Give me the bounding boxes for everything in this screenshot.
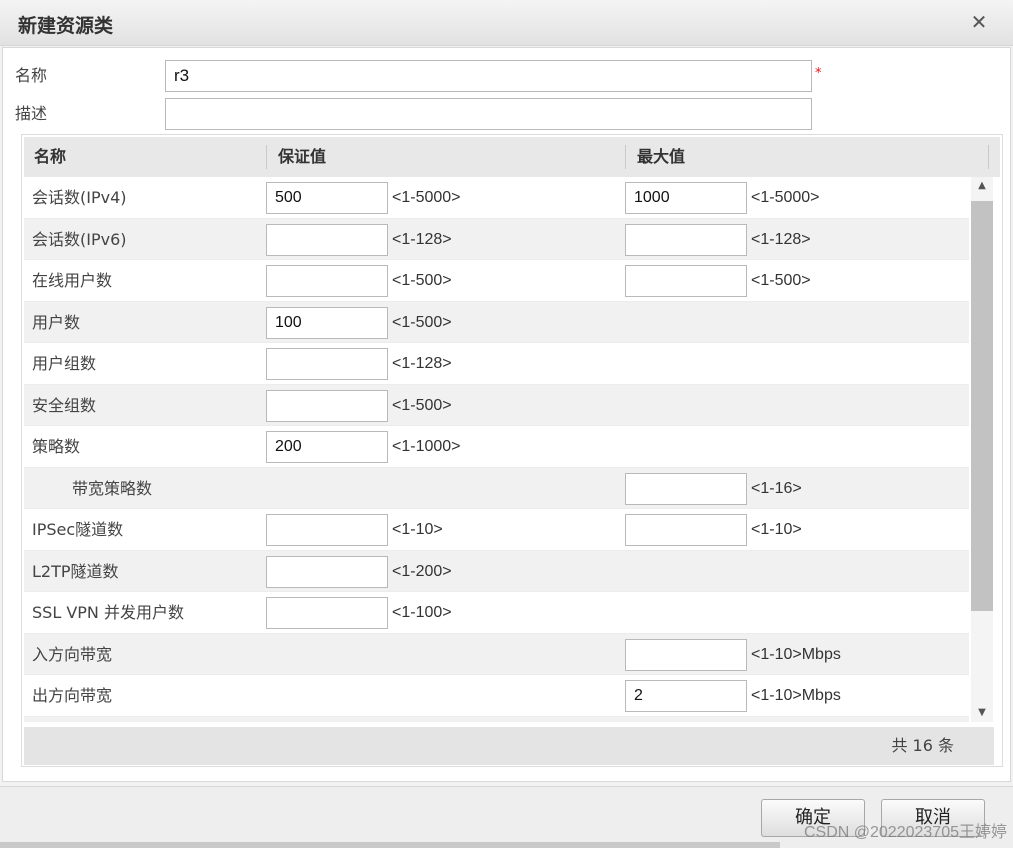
guaranteed-value-input[interactable] [266,182,388,214]
resource-table: 名称 保证值 最大值 会话数(IPv4)<1-5000><1-5000>会话数(… [21,134,1003,767]
guaranteed-range: <1-200> [392,562,452,580]
table-row: 会话数(IPv4) <1-5000> <1-5000> [24,177,969,219]
scroll-down-arrow-icon[interactable]: ▼ [971,704,993,722]
max-range: <1-10>Mbps [751,687,841,704]
total-count: 共 16 条 [891,736,954,755]
close-icon[interactable]: ✕ [967,10,991,34]
bottom-scroll-strip [0,842,780,848]
guaranteed-value-input[interactable] [266,514,388,546]
row-name: 会话数(IPv6) [32,229,127,249]
description-input[interactable] [165,98,812,130]
guaranteed-value-input[interactable] [266,555,388,588]
guaranteed-value-input[interactable] [266,306,388,339]
guaranteed-range: <1-128> [392,230,452,248]
watermark: CSDN @2022023705王婷婷 [803,824,1007,841]
row-name: L2TP隧道数 [32,561,119,581]
table-header: 名称 保证值 最大值 [24,137,1000,177]
guaranteed-range: <1-500> [392,313,452,331]
row-name: 用户数 [32,312,81,332]
row-name: 安全组数 [32,395,97,415]
name-label: 名称 [15,66,48,85]
guaranteed-range: <1-128> [392,355,452,372]
description-label: 描述 [15,104,48,123]
max-range: <1-5000> [751,189,820,206]
max-range: <1-16> [751,479,802,497]
table-row: 用户组数 <1-128> [24,343,969,385]
guaranteed-value-input[interactable] [266,223,388,256]
max-value-input[interactable] [625,223,747,256]
row-name: 带宽策略数 [72,478,153,498]
table-row: L2TP隧道数 <1-200> [24,550,969,592]
table-row: 用户数 <1-500> [24,301,969,343]
new-resource-class-dialog: 新建资源类 ✕ 名称 * 描述 名称 保证值 最大值 会话数(IPv4) <1-5… [0,0,1013,848]
max-value-input[interactable] [625,514,747,546]
max-range: <1-128> [751,230,811,248]
row-name: 用户组数 [32,354,97,373]
table-row [24,716,969,722]
guaranteed-range: <1-500> [392,272,452,289]
guaranteed-value-input[interactable] [266,431,388,463]
row-name: 入方向带宽 [32,644,113,664]
table-row: 入方向带宽 <1-10>Mbps [24,633,969,675]
max-range: <1-10>Mbps [751,645,841,663]
header-max: 最大值 [637,147,686,166]
guaranteed-range: <1-100> [392,604,452,621]
max-value-input[interactable] [625,182,747,214]
max-value-input[interactable] [625,638,747,671]
guaranteed-range: <1-1000> [392,438,461,455]
guaranteed-range: <1-10> [392,521,443,538]
table-row: 会话数(IPv6) <1-128> <1-128> [24,218,969,260]
table-row: 出方向带宽 <1-10>Mbps [24,675,969,717]
scroll-up-arrow-icon[interactable]: ▲ [971,177,993,195]
dialog-body: 名称 * 描述 名称 保证值 最大值 会话数(IPv4) <1-5000> <1-5… [2,47,1011,782]
guaranteed-value-input[interactable] [266,265,388,297]
table-body: 会话数(IPv4) <1-5000> <1-5000> 会话数(IPv6) <1-128… [24,177,969,722]
max-range: <1-10> [751,521,802,538]
header-guaranteed: 保证值 [278,147,327,166]
guaranteed-value-input[interactable] [266,389,388,422]
header-divider [266,145,267,169]
header-divider [625,145,626,169]
table-row: 安全组数 <1-500> [24,384,969,426]
name-input[interactable] [165,60,812,92]
row-name: 在线用户数 [32,271,113,290]
row-name: 出方向带宽 [32,686,113,705]
guaranteed-range: <1-500> [392,396,452,414]
vertical-scrollbar[interactable]: ▲ ▼ [971,177,993,722]
table-row: 带宽策略数 <1-16> [24,467,969,509]
table-row: SSL VPN 并发用户数 <1-100> [24,592,969,634]
table-row: IPSec隧道数 <1-10> <1-10> [24,509,969,551]
table-row: 策略数 <1-1000> [24,426,969,468]
guaranteed-value-input[interactable] [266,348,388,380]
guaranteed-range: <1-5000> [392,189,461,206]
row-name: 会话数(IPv4) [32,188,127,207]
max-value-input[interactable] [625,680,747,712]
header-name: 名称 [34,147,67,166]
dialog-title: 新建资源类 [18,15,114,37]
max-value-input[interactable] [625,265,747,297]
row-name: 策略数 [32,437,81,456]
max-value-input[interactable] [625,721,747,722]
max-value-input[interactable] [625,472,747,505]
required-mark: * [815,66,822,81]
max-range: <1-500> [751,272,811,289]
row-name: SSL VPN 并发用户数 [32,603,184,622]
table-footer: 共 16 条 [24,727,994,765]
dialog-titlebar: 新建资源类 ✕ [0,0,1013,46]
table-row: 在线用户数 <1-500> <1-500> [24,260,969,302]
guaranteed-value-input[interactable] [266,597,388,629]
scroll-thumb[interactable] [971,201,993,611]
row-name: IPSec隧道数 [32,520,124,539]
header-divider [988,145,989,169]
